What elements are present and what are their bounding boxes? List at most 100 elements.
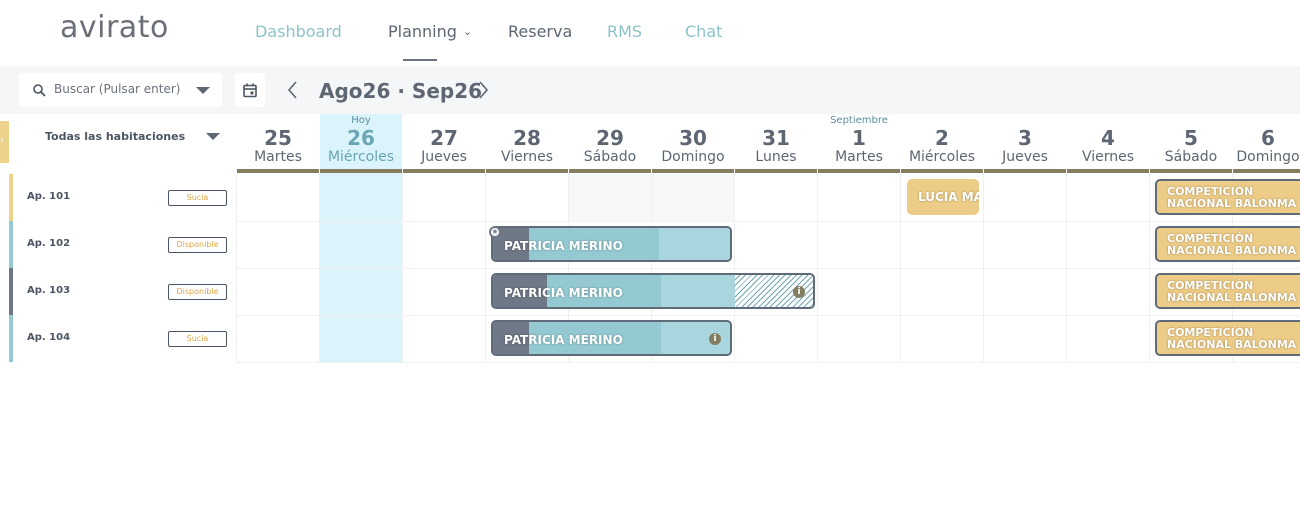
nav-planning-label: Planning [388, 22, 457, 41]
search-dropdown-caret-icon[interactable] [196, 87, 210, 94]
day-header[interactable]: 3 Jueves [984, 114, 1066, 174]
period-separator: · [397, 79, 405, 103]
day-number: 28 [513, 126, 541, 150]
room-name: Ap. 102 [27, 238, 71, 249]
day-number: 5 [1184, 126, 1198, 150]
day-weekday: Viernes [1081, 149, 1135, 165]
booking-lucia[interactable]: LUCIA MA [907, 179, 979, 215]
day-header-bar [1067, 169, 1149, 173]
grid-hline [236, 362, 1300, 363]
day-weekday: Sábado [1164, 149, 1218, 165]
chevron-down-icon: ⌄ [462, 25, 473, 38]
day-header-bar [1233, 169, 1300, 173]
period-start: Ago26 [319, 79, 391, 103]
room-status-badge[interactable]: Sucia [168, 331, 227, 347]
day-header[interactable]: 28 Viernes [486, 114, 568, 174]
day-number: 3 [1018, 126, 1032, 150]
day-number: 30 [679, 126, 707, 150]
prev-period-button[interactable] [284, 78, 302, 102]
booking-event-line2: NACIONAL BALONMA [1167, 197, 1297, 210]
nav-reserva[interactable]: Reserva [508, 22, 572, 41]
calendar-icon [243, 83, 257, 98]
day-header[interactable]: 30 Domingo [652, 114, 734, 174]
search-box[interactable] [19, 73, 222, 107]
planning-toolbar: Ago26 · Sep26 [0, 66, 1300, 114]
booking-competicion-104[interactable]: COMPETICIÓN NACIONAL BALONMA [1155, 320, 1300, 356]
day-number: 1 [852, 126, 866, 150]
booking-competicion-101[interactable]: COMPETICIÓN NACIONAL BALONMA [1155, 179, 1300, 215]
room-row-102[interactable]: Ap. 102 Disponible [0, 221, 236, 268]
day-header[interactable]: 25 Martes [237, 114, 319, 174]
booking-segment [659, 228, 730, 260]
day-header-bar [1150, 169, 1232, 173]
calendar-button[interactable] [235, 73, 265, 107]
day-header-bar [735, 169, 817, 173]
info-icon[interactable]: i [709, 333, 721, 345]
room-row-104[interactable]: Ap. 104 Sucia [0, 315, 236, 362]
room-name: Ap. 103 [27, 285, 71, 296]
day-number: 4 [1101, 126, 1115, 150]
day-header[interactable]: 31 Lunes [735, 114, 817, 174]
day-weekday: Jueves [421, 149, 467, 165]
star-icon[interactable]: ★ [489, 226, 501, 238]
period-label: Ago26 · Sep26 [319, 79, 482, 103]
day-header[interactable]: 29 Sábado [569, 114, 651, 174]
day-header[interactable]: 5 Sábado [1150, 114, 1232, 174]
rooms-filter-label[interactable]: Todas las habitaciones [45, 130, 185, 143]
day-number: 29 [596, 126, 624, 150]
search-input[interactable] [52, 81, 196, 97]
day-note: Hoy [351, 115, 371, 126]
room-row-103[interactable]: Ap. 103 Disponible [0, 268, 236, 315]
booking-guest-name: PATRICIA MERINO [504, 239, 623, 253]
day-header-bar [652, 169, 734, 173]
booking-competicion-103[interactable]: COMPETICIÓN NACIONAL BALONMA [1155, 273, 1300, 309]
room-status-badge[interactable]: Sucia [168, 190, 227, 206]
day-header-bar [403, 169, 485, 173]
day-header[interactable]: 6 Domingo [1233, 114, 1300, 174]
day-header-bar [237, 169, 319, 173]
nav-rms[interactable]: RMS [607, 22, 642, 41]
booking-competicion-102[interactable]: COMPETICIÓN NACIONAL BALONMA [1155, 226, 1300, 262]
top-navigation: avirato Dashboard Planning ⌄ Reserva RMS … [0, 0, 1300, 66]
booking-event-line2: NACIONAL BALONMA [1167, 244, 1297, 257]
day-header[interactable]: Septiembre 1 Martes [818, 114, 900, 174]
day-note: Septiembre [830, 115, 888, 126]
day-weekday: Domingo [661, 149, 725, 165]
collapse-sidebar-tab[interactable]: › [0, 121, 9, 163]
booking-event-line2: NACIONAL BALONMA [1167, 338, 1297, 351]
day-header[interactable]: 2 Miércoles [901, 114, 983, 174]
next-period-button[interactable] [474, 78, 492, 102]
day-weekday: Martes [254, 149, 302, 165]
day-header[interactable]: Hoy 26 Miércoles [320, 114, 402, 174]
room-status-badge[interactable]: Disponible [168, 284, 227, 300]
day-weekday: Jueves [1002, 149, 1048, 165]
booking-patricia-104[interactable]: PATRICIA MERINO i [491, 320, 732, 356]
day-header[interactable]: 4 Viernes [1067, 114, 1149, 174]
chevron-right-icon [479, 81, 489, 99]
booking-patricia-102[interactable]: PATRICIA MERINO [491, 226, 732, 262]
room-accent [9, 315, 13, 362]
room-row-101[interactable]: Ap. 101 Sucia [0, 174, 236, 221]
weekend-cell [569, 174, 651, 221]
day-weekday: Miércoles [327, 149, 395, 165]
booking-guest-name: PATRICIA MERINO [504, 333, 623, 347]
booking-event-line2: NACIONAL BALONMA [1167, 291, 1297, 304]
day-header-bar [486, 169, 568, 173]
day-weekday: Viernes [500, 149, 554, 165]
day-weekday: Domingo [1236, 149, 1300, 165]
day-header-bar [984, 169, 1066, 173]
room-status-badge[interactable]: Disponible [168, 237, 227, 253]
nav-dashboard[interactable]: Dashboard [255, 22, 342, 41]
day-header-bar [320, 169, 402, 173]
chevron-right-icon: › [0, 135, 4, 146]
rooms-filter-caret-icon[interactable] [206, 133, 220, 140]
day-header[interactable]: 27 Jueves [403, 114, 485, 174]
weekend-cell [652, 174, 734, 221]
day-weekday: Martes [835, 149, 883, 165]
nav-chat[interactable]: Chat [685, 22, 722, 41]
day-number: 25 [264, 126, 292, 150]
nav-planning[interactable]: Planning ⌄ [388, 22, 472, 41]
booking-patricia-103[interactable]: PATRICIA MERINO i [491, 273, 815, 309]
app-logo[interactable]: avirato [60, 10, 169, 45]
info-icon[interactable]: i [793, 286, 805, 298]
